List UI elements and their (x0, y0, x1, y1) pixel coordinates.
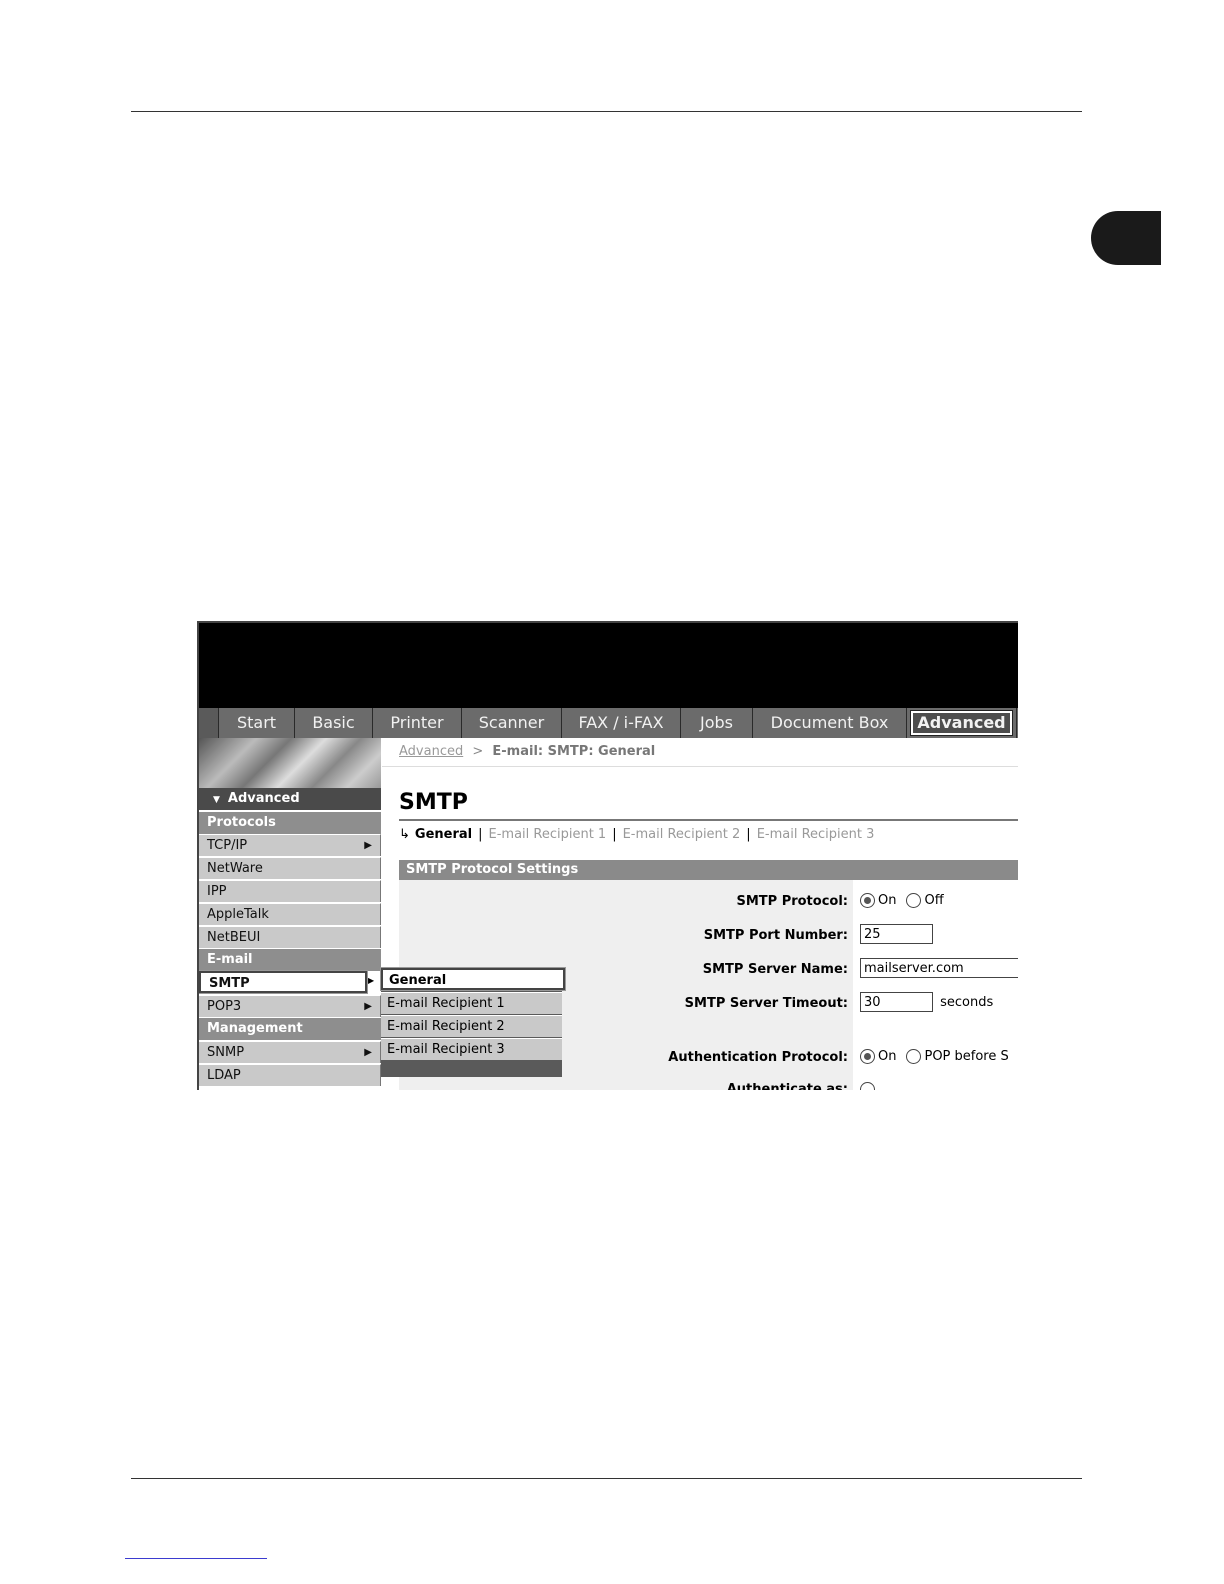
breadcrumb-link[interactable]: Advanced (399, 744, 463, 759)
screenshot-frame: Start Basic Printer Scanner FAX / i-FAX … (197, 621, 1018, 1090)
flyout-item-recipient-1[interactable]: E-mail Recipient 1 (381, 992, 562, 1014)
chevron-right-icon: ▶ (364, 1001, 372, 1012)
tab-basic[interactable]: Basic (295, 708, 373, 738)
header-rule (131, 111, 1082, 112)
smtp-flyout-menu: General E-mail Recipient 1 E-mail Recipi… (380, 967, 566, 1077)
timeout-unit: seconds (940, 994, 994, 1010)
flyout-item-recipient-2[interactable]: E-mail Recipient 2 (381, 1015, 562, 1037)
sidebar-item-snmp[interactable]: SNMP ▶ (199, 1041, 381, 1063)
sidebar-item-label: SNMP (207, 1045, 245, 1060)
radio-label: Off (924, 893, 944, 908)
auth-protocol-control: On POP before S (860, 1049, 1009, 1064)
tab-fax[interactable]: FAX / i-FAX (562, 708, 681, 738)
sidebar-group-protocols: Protocols (199, 812, 381, 834)
smtp-protocol-on-radio[interactable] (860, 893, 875, 908)
tab-start[interactable]: Start (219, 708, 295, 738)
chevron-right-icon: ▶ (364, 1047, 372, 1058)
radio-label: On (878, 893, 897, 908)
tab-printer[interactable]: Printer (373, 708, 462, 738)
smtp-timeout-input[interactable]: 30 (860, 992, 933, 1012)
smtp-port-label: SMTP Port Number: (703, 928, 848, 943)
sidebar-item-pop3[interactable]: POP3 ▶ (199, 995, 381, 1017)
smtp-timeout-label: SMTP Server Timeout: (684, 996, 848, 1011)
nav-lead (199, 708, 219, 738)
caret-down-icon: ▼ (213, 795, 220, 805)
smtp-protocol-label: SMTP Protocol: (736, 894, 848, 909)
breadcrumb-separator: > (472, 744, 484, 759)
sidebar-group-management: Management (199, 1018, 381, 1040)
chevron-right-icon: ▶ (368, 976, 375, 985)
sidebar-photo (199, 738, 381, 788)
radio-label: POP before S (924, 1049, 1009, 1064)
tab-document-box[interactable]: Document Box (753, 708, 907, 738)
smtp-server-name-label: SMTP Server Name: (702, 962, 848, 977)
footer-rule (131, 1478, 1082, 1479)
tab-jobs[interactable]: Jobs (681, 708, 753, 738)
chapter-tab-marker (1091, 211, 1161, 265)
auth-protocol-pop-radio[interactable] (906, 1049, 922, 1064)
sidebar-group-email: E-mail (199, 949, 381, 971)
sidebar-advanced-header[interactable]: ▼ Advanced (199, 788, 381, 810)
auth-protocol-label: Authentication Protocol: (668, 1050, 848, 1065)
authenticate-as-control (860, 1082, 878, 1090)
smtp-port-input[interactable]: 25 (860, 924, 933, 944)
sidebar-item-label: SMTP (209, 976, 250, 991)
subtab-recipient-1[interactable]: E-mail Recipient 1 (489, 827, 607, 842)
header-banner (199, 623, 1018, 708)
flyout-item-general[interactable]: General (380, 967, 566, 991)
tab-advanced-label: Advanced (910, 710, 1013, 736)
radio-label: On (878, 1049, 897, 1064)
sidebar-item-ipp[interactable]: IPP (199, 880, 381, 902)
sidebar-item-smtp[interactable]: SMTP (199, 970, 368, 994)
sidebar-item-label: POP3 (207, 999, 242, 1014)
smtp-port-control: 25 (860, 924, 933, 944)
sidebar-header-label: Advanced (227, 791, 300, 806)
breadcrumb-current: E-mail: SMTP: General (492, 744, 656, 759)
flyout-item-recipient-3[interactable]: E-mail Recipient 3 (381, 1038, 562, 1060)
subtab-separator: | (612, 827, 617, 842)
breadcrumb: Advanced > E-mail: SMTP: General (399, 744, 655, 759)
smtp-server-name-control: mailserver.com (860, 958, 1018, 978)
sidebar-item-appletalk[interactable]: AppleTalk (199, 903, 381, 925)
footer-link-underline[interactable] (125, 1558, 267, 1559)
tab-scanner[interactable]: Scanner (462, 708, 562, 738)
breadcrumb-divider (382, 766, 1018, 767)
smtp-protocol-off-radio[interactable] (906, 893, 922, 908)
authenticate-as-label: Authenticate as: (726, 1082, 848, 1090)
authenticate-as-radio[interactable] (860, 1082, 875, 1090)
sidebar: ▼ Advanced Protocols TCP/IP ▶ NetWare IPP … (199, 738, 381, 1090)
sidebar-item-tcpip[interactable]: TCP/IP ▶ (199, 834, 381, 856)
sidebar-item-netbeui[interactable]: NetBEUI (199, 926, 381, 948)
return-arrow-icon: ↳ (399, 827, 410, 842)
sidebar-item-ldap[interactable]: LDAP (199, 1064, 381, 1086)
top-nav: Start Basic Printer Scanner FAX / i-FAX … (199, 708, 1018, 738)
chevron-right-icon: ▶ (364, 840, 372, 851)
page-title: SMTP (399, 790, 468, 815)
sidebar-item-label: TCP/IP (207, 838, 248, 853)
subtab-recipient-2[interactable]: E-mail Recipient 2 (623, 827, 741, 842)
title-divider (399, 819, 1018, 821)
subtab-bar: ↳ General | E-mail Recipient 1 | E-mail Recip… (399, 827, 874, 842)
section-header: SMTP Protocol Settings (399, 860, 1018, 880)
subtab-general[interactable]: General (415, 827, 472, 842)
tab-advanced[interactable]: Advanced (907, 708, 1017, 738)
auth-protocol-on-radio[interactable] (860, 1049, 875, 1064)
subtab-separator: | (746, 827, 751, 842)
smtp-timeout-control: 30 seconds (860, 992, 993, 1012)
smtp-protocol-control: On Off (860, 893, 944, 908)
subtab-recipient-3[interactable]: E-mail Recipient 3 (757, 827, 875, 842)
subtab-separator: | (478, 827, 483, 842)
smtp-server-name-input[interactable]: mailserver.com (860, 958, 1018, 978)
sidebar-item-netware[interactable]: NetWare (199, 857, 381, 879)
